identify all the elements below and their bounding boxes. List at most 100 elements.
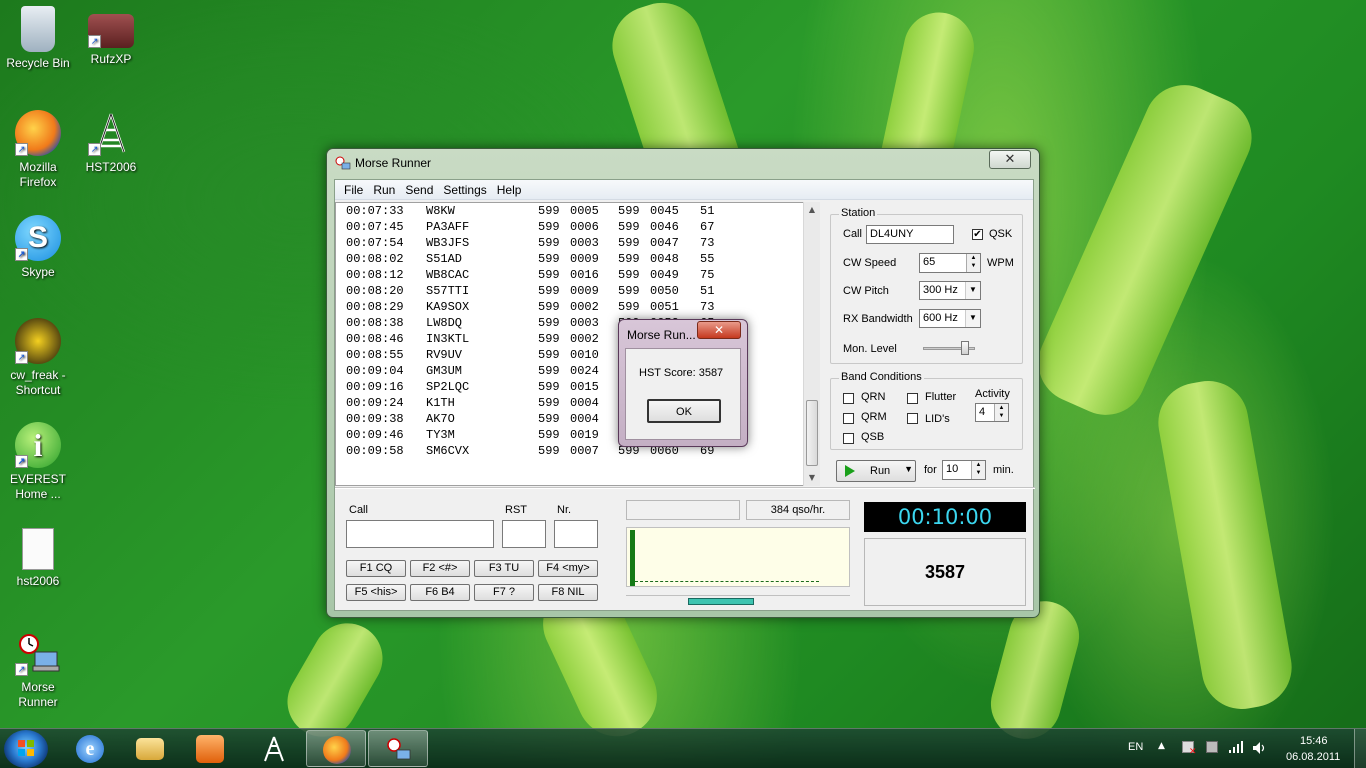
log-rst-sent: 599 (538, 236, 560, 250)
shortcut-arrow-icon: ↗ (15, 663, 28, 676)
for-label: for (924, 464, 937, 476)
f3-tu-button[interactable]: F3 TU (474, 560, 534, 577)
mon-level-slider[interactable] (923, 341, 975, 355)
taskbar-hst2006[interactable] (244, 730, 304, 767)
waterfall-scrollbar[interactable] (626, 595, 850, 605)
qrn-checkbox[interactable] (843, 393, 854, 404)
antenna-tower-icon: ↗ (88, 110, 134, 156)
f5-his-button[interactable]: F5 <his> (346, 584, 406, 601)
spin-arrows-icon[interactable]: ▲ ▼ (966, 254, 980, 272)
cw-speed-value: 65 (923, 256, 936, 268)
dropdown-arrow-icon[interactable]: ▼ (965, 282, 980, 299)
log-row[interactable]: 00:08:20 S57TTI 599 0009 599 0050 51 (336, 283, 819, 299)
lids-checkbox[interactable] (907, 413, 918, 424)
desktop-icon-skype[interactable]: S ↗ Skype (0, 215, 76, 280)
run-dropdown-icon[interactable]: ▼ (904, 464, 913, 474)
title-bar[interactable]: Morse Runner ✕ (327, 149, 1039, 177)
rx-bandwidth-value: 600 Hz (923, 312, 958, 324)
scroll-thumb[interactable] (806, 400, 818, 466)
start-button[interactable] (4, 730, 48, 768)
desktop-icon-morse-runner[interactable]: ↗ Morse Runner (0, 630, 76, 710)
spin-arrows-icon[interactable]: ▲ ▼ (994, 404, 1008, 421)
desktop-icon-rufzxp[interactable]: ↗ RufzXP (73, 6, 149, 67)
waterfall-thumb[interactable] (688, 598, 754, 605)
menu-help[interactable]: Help (492, 180, 527, 199)
log-rst-sent: 599 (538, 348, 560, 362)
log-nr-rcvd: 0051 (650, 300, 679, 314)
duration-spinner[interactable]: 10 ▲ ▼ (942, 460, 986, 480)
log-rst-sent: 599 (538, 204, 560, 218)
log-row[interactable]: 00:07:33 W8KW 599 0005 599 0045 51 (336, 203, 819, 219)
log-scrollbar[interactable]: ▲ ▼ (803, 202, 820, 486)
desktop-icon-hst2006-file[interactable]: hst2006 (0, 528, 76, 589)
rx-bandwidth-select[interactable]: 600 Hz ▼ (919, 309, 981, 328)
entry-call-input[interactable] (346, 520, 494, 548)
cw-pitch-select[interactable]: 300 Hz ▼ (919, 281, 981, 300)
log-time: 00:09:38 (346, 412, 404, 426)
log-time: 00:08:20 (346, 284, 404, 298)
f6-b4-button[interactable]: F6 B4 (410, 584, 470, 601)
f8-nil-button[interactable]: F8 NIL (538, 584, 598, 601)
network-icon[interactable] (1228, 741, 1244, 756)
dialog-close-button[interactable]: ✕ (697, 321, 741, 339)
qrm-checkbox[interactable] (843, 413, 854, 424)
desktop-icon-hst2006[interactable]: ↗ HST2006 (73, 110, 149, 175)
f4-my-button[interactable]: F4 <my> (538, 560, 598, 577)
log-row[interactable]: 00:07:54 WB3JFS 599 0003 599 0047 73 (336, 235, 819, 251)
log-row[interactable]: 00:08:12 WB8CAC 599 0016 599 0049 75 (336, 267, 819, 283)
desktop-icon-firefox[interactable]: ↗ Mozilla Firefox (0, 110, 76, 190)
taskbar-ie[interactable]: e (60, 730, 120, 767)
spin-arrows-icon[interactable]: ▲ ▼ (971, 461, 985, 479)
entry-nr-input[interactable] (554, 520, 598, 548)
shortcut-arrow-icon: ↗ (88, 35, 101, 48)
qsb-checkbox[interactable] (843, 433, 854, 444)
desktop-icon-recycle-bin[interactable]: Recycle Bin (0, 6, 76, 71)
scroll-down-icon[interactable]: ▼ (804, 470, 820, 486)
activity-spinner[interactable]: 4 ▲ ▼ (975, 403, 1009, 422)
slider-thumb[interactable] (960, 341, 969, 355)
skype-icon: S ↗ (15, 215, 61, 261)
volume-icon[interactable] (1252, 741, 1268, 758)
taskbar-explorer[interactable] (120, 730, 180, 767)
dialog-ok-button[interactable]: OK (647, 399, 721, 423)
menu-settings[interactable]: Settings (438, 180, 491, 199)
shortcut-arrow-icon: ↗ (15, 143, 28, 156)
qrm-label: QRM (861, 411, 887, 423)
show-hidden-icons[interactable]: ▲ (1158, 741, 1165, 751)
log-time: 00:09:58 (346, 444, 404, 458)
language-indicator[interactable]: EN (1128, 741, 1143, 753)
safely-remove-icon[interactable] (1206, 741, 1218, 753)
show-desktop-button[interactable] (1354, 729, 1366, 768)
clock-time[interactable]: 15:46 (1300, 735, 1328, 747)
run-button[interactable]: Run ▼ (836, 460, 916, 482)
log-row[interactable]: 00:07:45 PA3AFF 599 0006 599 0046 67 (336, 219, 819, 235)
qsk-checkbox[interactable]: ✔ (972, 229, 983, 240)
log-time: 00:09:16 (346, 380, 404, 394)
menu-file[interactable]: File (339, 180, 368, 199)
log-row[interactable]: 00:08:02 S51AD 599 0009 599 0048 55 (336, 251, 819, 267)
dropdown-arrow-icon[interactable]: ▼ (965, 310, 980, 327)
f7-question-button[interactable]: F7 ? (474, 584, 534, 601)
cw-speed-spinner[interactable]: 65 ▲ ▼ (919, 253, 981, 273)
flutter-checkbox[interactable] (907, 393, 918, 404)
scroll-up-icon[interactable]: ▲ (804, 202, 820, 218)
desktop-icon-cw-freak[interactable]: ↗ cw_freak - Shortcut (0, 318, 76, 398)
station-call-input[interactable]: DL4UNY (866, 225, 954, 244)
clock-date[interactable]: 06.08.2011 (1286, 751, 1340, 763)
log-row[interactable]: 00:09:58 SM6CVX 599 0007 599 0060 69 (336, 443, 819, 459)
log-row[interactable]: 00:08:29 KA9SOX 599 0002 599 0051 73 (336, 299, 819, 315)
menu-run[interactable]: Run (368, 180, 400, 199)
taskbar-morse-runner[interactable] (368, 730, 428, 767)
signal-panel (626, 527, 850, 587)
entry-rst-input[interactable] (502, 520, 546, 548)
log-points: 73 (700, 236, 715, 250)
taskbar-firefox[interactable] (306, 730, 366, 767)
f1-cq-button[interactable]: F1 CQ (346, 560, 406, 577)
signal-bar (630, 530, 635, 586)
f2-number-button[interactable]: F2 <#> (410, 560, 470, 577)
menu-send[interactable]: Send (400, 180, 438, 199)
desktop-icon-everest[interactable]: i ↗ EVEREST Home ... (0, 422, 76, 502)
taskbar-media-player[interactable] (180, 730, 240, 767)
window-close-button[interactable]: ✕ (989, 150, 1031, 169)
log-nr-rcvd: 0048 (650, 252, 679, 266)
